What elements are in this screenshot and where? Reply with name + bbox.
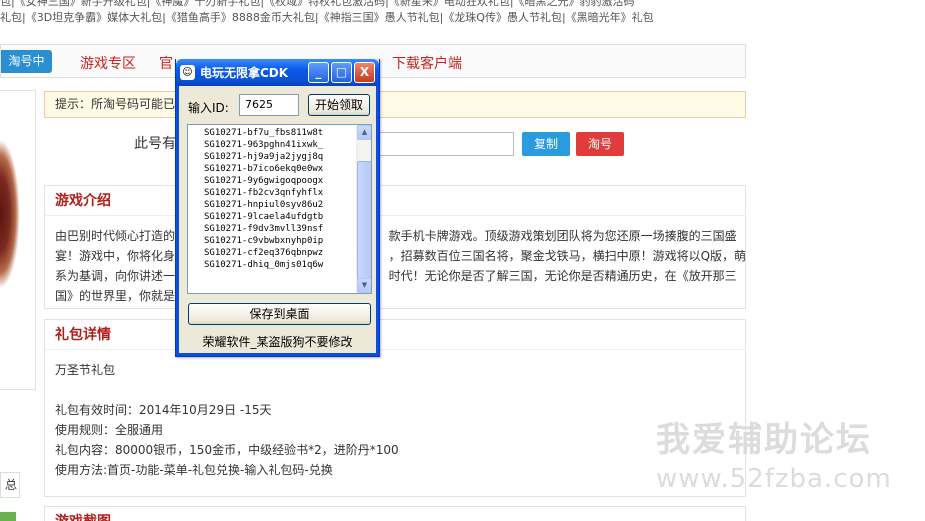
gift-valid-time: 礼包有效时间：2014年10月29日 -15天 xyxy=(55,403,272,417)
code-item[interactable]: SG10271-9lcaela4ufdgtb xyxy=(204,211,354,223)
save-to-desktop-button[interactable]: 保存到桌面 xyxy=(188,303,371,325)
dialog-body: 输入ID: 7625 开始领取 SG10271-bf7u_fbs811w8t S… xyxy=(176,86,379,356)
close-button[interactable]: X xyxy=(354,62,375,83)
maximize-button[interactable]: □ xyxy=(331,62,352,83)
code-items: SG10271-bf7u_fbs811w8t SG10271-963pghn41… xyxy=(204,127,354,271)
top-links-row-1[interactable]: 包|《女神三国》新手开级礼包|《神魔》千刃新手礼包|《权域》特权礼包激活码|《新… xyxy=(0,0,740,9)
left-total-label: 总 xyxy=(0,472,20,498)
scroll-down-icon[interactable]: ▼ xyxy=(357,278,371,293)
game-thumbnail xyxy=(0,139,20,289)
nav-link-game-zone[interactable]: 游戏专区 xyxy=(80,53,136,73)
start-claim-button[interactable]: 开始领取 xyxy=(308,94,370,116)
top-links-row-2[interactable]: 礼包|《3D坦克争霸》媒体大礼包|《猎鱼高手》8888金币大礼包|《神指三国》愚… xyxy=(0,9,740,25)
game-screenshots-section: 游戏截图 xyxy=(44,506,746,521)
hint-bar: 提示：所淘号码可能已 xyxy=(44,91,746,118)
gift-name: 万圣节礼包 xyxy=(55,363,116,377)
gift-detail-section: 礼包详情 万圣节礼包 礼包有效时间：2014年10月29日 -15天 使用规则：… xyxy=(44,319,746,497)
gift-rule: 使用规则：全服通用 xyxy=(55,423,164,437)
gift-text: 万圣节礼包 礼包有效时间：2014年10月29日 -15天 使用规则：全服通用 … xyxy=(45,350,745,480)
code-item[interactable]: SG10271-hj9a9ja2jygj8q xyxy=(204,151,354,163)
game-intro-section: 游戏介绍 由巴别时代倾心打造的 款手机卡牌游戏。顶级游戏策划团队将为您还原一场揍… xyxy=(44,185,746,309)
code-item[interactable]: SG10271-b7ico6ekq0e0wx xyxy=(204,163,354,175)
dialog-title: 电玩无限拿CDK xyxy=(200,66,289,80)
intro-text: 由巴别时代倾心打造的 款手机卡牌游戏。顶级游戏策划团队将为您还原一场揍腹的三国盛… xyxy=(45,216,747,306)
intro-line: 系为基调，向你讲述一 时代！无论你是否了解三国，无论你是否精通历史，在《放开那三 xyxy=(55,269,737,283)
code-item[interactable]: SG10271-dhiq_0mjs01q6w xyxy=(204,259,354,271)
app-icon: ☺ xyxy=(180,65,195,80)
code-item[interactable]: SG10271-fb2cv3qnfyhflx xyxy=(204,187,354,199)
copy-button[interactable]: 复制 xyxy=(522,132,570,156)
id-label: 输入ID: xyxy=(188,101,229,115)
code-item[interactable]: SG10271-c9vbwbxnyhp0ip xyxy=(204,235,354,247)
page: 包|《女神三国》新手开级礼包|《神魔》千刃新手礼包|《权域》特权礼包激活码|《新… xyxy=(0,0,925,521)
intro-line: 宴！游戏中，你将化身 ，招募数百位三国名将，聚金戈铁马，横扫中原！游戏将以Q版，… xyxy=(55,249,747,263)
section-title: 游戏截图 xyxy=(45,507,745,521)
code-label: 此号有 xyxy=(134,136,176,152)
dialog-titlebar[interactable]: ☺ 电玩无限拿CDK _ □ X xyxy=(176,59,379,86)
list-scrollbar[interactable]: ▲ ▼ xyxy=(356,125,371,293)
watermark-title: 我爱辅助论坛 xyxy=(656,420,872,460)
code-item[interactable]: SG10271-f9dv3mvll39nsf xyxy=(204,223,354,235)
intro-line: 由巴别时代倾心打造的 款手机卡牌游戏。顶级游戏策划团队将为您还原一场揍腹的三国盛 xyxy=(55,229,737,243)
nav-tab-taohao[interactable]: 淘号中 xyxy=(1,50,52,73)
cdk-code-list[interactable]: SG10271-bf7u_fbs811w8t SG10271-963pghn41… xyxy=(187,124,372,294)
code-item[interactable]: SG10271-bf7u_fbs811w8t xyxy=(204,127,354,139)
gift-content: 礼包内容：80000银币，150金币，中级经验书*2，进阶丹*100 xyxy=(55,443,399,457)
taohao-button[interactable]: 淘号 xyxy=(576,132,624,156)
section-title: 游戏介绍 xyxy=(45,186,745,216)
gift-method: 使用方法:首页-功能-菜单-礼包兑换-输入礼包码-兑换 xyxy=(55,463,333,477)
section-title: 礼包详情 xyxy=(45,320,745,350)
scroll-thumb[interactable] xyxy=(357,161,371,279)
id-input[interactable]: 7625 xyxy=(239,94,299,116)
footer-note: 荣耀软件_某盗版狗不要修改 xyxy=(202,335,353,349)
nav-link-official[interactable]: 官 xyxy=(159,53,173,73)
left-game-panel xyxy=(0,90,36,390)
intro-line: 国》的世界里，你就是 xyxy=(55,289,176,303)
code-item[interactable]: SG10271-9y6gwigoqpoogx xyxy=(204,175,354,187)
minimize-button[interactable]: _ xyxy=(308,62,329,83)
scroll-up-icon[interactable]: ▲ xyxy=(357,125,371,140)
code-item[interactable]: SG10271-hnpiul0syv86u2 xyxy=(204,199,354,211)
gift-code-field[interactable] xyxy=(378,132,514,156)
cdk-dialog-window: ☺ 电玩无限拿CDK _ □ X 输入ID: 7625 开始领取 SG10271… xyxy=(175,59,380,357)
code-item[interactable]: SG10271-cf2eq376qbnpwz xyxy=(204,247,354,259)
nav-link-download-client[interactable]: 下载客户端 xyxy=(392,53,462,73)
left-green-icon xyxy=(0,512,16,521)
code-item[interactable]: SG10271-963pghn41ixwk_ xyxy=(204,139,354,151)
watermark-url: www.52fzba.com xyxy=(656,464,892,494)
